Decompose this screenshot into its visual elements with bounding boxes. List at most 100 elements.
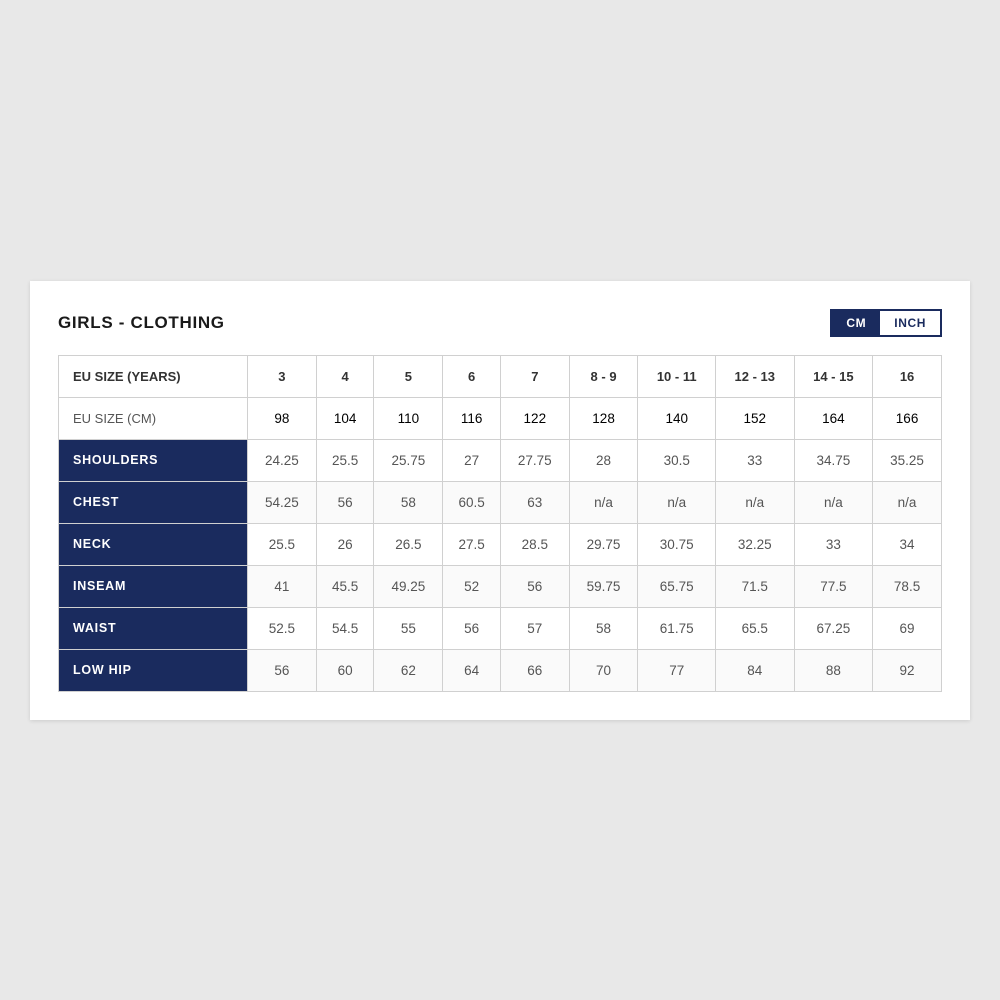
neck-6: 27.5 — [443, 523, 501, 565]
lowhip-5: 62 — [374, 649, 443, 691]
shoulders-8-9: 28 — [569, 439, 638, 481]
lowhip-8-9: 70 — [569, 649, 638, 691]
waist-14-15: 67.25 — [794, 607, 873, 649]
neck-3: 25.5 — [248, 523, 317, 565]
inseam-10-11: 65.75 — [638, 565, 716, 607]
chest-14-15: n/a — [794, 481, 873, 523]
table-row: WAIST 52.5 54.5 55 56 57 58 61.75 65.5 6… — [59, 607, 942, 649]
shoulders-12-13: 33 — [715, 439, 794, 481]
card-title: GIRLS - CLOTHING — [58, 313, 225, 333]
table-row: LOW HIP 56 60 62 64 66 70 77 84 88 92 — [59, 649, 942, 691]
col-header-4: 4 — [316, 355, 374, 397]
neck-8-9: 29.75 — [569, 523, 638, 565]
neck-16: 34 — [873, 523, 942, 565]
eu-size-cm-row: EU SIZE (CM) 98 104 110 116 122 128 140 … — [59, 397, 942, 439]
col-header-3: 3 — [248, 355, 317, 397]
lowhip-16: 92 — [873, 649, 942, 691]
lowhip-3: 56 — [248, 649, 317, 691]
col-header-12-13: 12 - 13 — [715, 355, 794, 397]
eu-cm-116: 116 — [443, 397, 501, 439]
eu-cm-98: 98 — [248, 397, 317, 439]
neck-4: 26 — [316, 523, 374, 565]
table-row: SHOULDERS 24.25 25.5 25.75 27 27.75 28 3… — [59, 439, 942, 481]
waist-7: 57 — [500, 607, 569, 649]
lowhip-6: 64 — [443, 649, 501, 691]
size-guide-card: GIRLS - CLOTHING CM INCH EU SIZE (YEARS)… — [30, 281, 970, 720]
chest-5: 58 — [374, 481, 443, 523]
row-label-waist: WAIST — [59, 607, 248, 649]
eu-cm-122: 122 — [500, 397, 569, 439]
chest-7: 63 — [500, 481, 569, 523]
column-header-row: EU SIZE (YEARS) 3 4 5 6 7 8 - 9 10 - 11 … — [59, 355, 942, 397]
card-header: GIRLS - CLOTHING CM INCH — [58, 309, 942, 337]
lowhip-7: 66 — [500, 649, 569, 691]
shoulders-10-11: 30.5 — [638, 439, 716, 481]
cm-button[interactable]: CM — [832, 311, 880, 335]
row-label-neck: NECK — [59, 523, 248, 565]
eu-cm-128: 128 — [569, 397, 638, 439]
neck-7: 28.5 — [500, 523, 569, 565]
unit-toggle: CM INCH — [830, 309, 942, 337]
neck-10-11: 30.75 — [638, 523, 716, 565]
lowhip-4: 60 — [316, 649, 374, 691]
neck-5: 26.5 — [374, 523, 443, 565]
shoulders-14-15: 34.75 — [794, 439, 873, 481]
eu-cm-110: 110 — [374, 397, 443, 439]
chest-6: 60.5 — [443, 481, 501, 523]
inch-button[interactable]: INCH — [880, 311, 940, 335]
col-header-5: 5 — [374, 355, 443, 397]
lowhip-14-15: 88 — [794, 649, 873, 691]
table-row: NECK 25.5 26 26.5 27.5 28.5 29.75 30.75 … — [59, 523, 942, 565]
chest-16: n/a — [873, 481, 942, 523]
row-label-chest: CHEST — [59, 481, 248, 523]
table-row: CHEST 54.25 56 58 60.5 63 n/a n/a n/a n/… — [59, 481, 942, 523]
waist-10-11: 61.75 — [638, 607, 716, 649]
inseam-14-15: 77.5 — [794, 565, 873, 607]
waist-3: 52.5 — [248, 607, 317, 649]
col-header-label: EU SIZE (YEARS) — [59, 355, 248, 397]
page-container: GIRLS - CLOTHING CM INCH EU SIZE (YEARS)… — [0, 0, 1000, 1000]
waist-5: 55 — [374, 607, 443, 649]
inseam-3: 41 — [248, 565, 317, 607]
table-row: INSEAM 41 45.5 49.25 52 56 59.75 65.75 7… — [59, 565, 942, 607]
shoulders-5: 25.75 — [374, 439, 443, 481]
size-table: EU SIZE (YEARS) 3 4 5 6 7 8 - 9 10 - 11 … — [58, 355, 942, 692]
col-header-8-9: 8 - 9 — [569, 355, 638, 397]
chest-12-13: n/a — [715, 481, 794, 523]
shoulders-3: 24.25 — [248, 439, 317, 481]
neck-14-15: 33 — [794, 523, 873, 565]
col-header-6: 6 — [443, 355, 501, 397]
shoulders-7: 27.75 — [500, 439, 569, 481]
lowhip-10-11: 77 — [638, 649, 716, 691]
inseam-12-13: 71.5 — [715, 565, 794, 607]
shoulders-16: 35.25 — [873, 439, 942, 481]
col-header-14-15: 14 - 15 — [794, 355, 873, 397]
chest-10-11: n/a — [638, 481, 716, 523]
row-label-shoulders: SHOULDERS — [59, 439, 248, 481]
col-header-10-11: 10 - 11 — [638, 355, 716, 397]
chest-8-9: n/a — [569, 481, 638, 523]
waist-4: 54.5 — [316, 607, 374, 649]
waist-8-9: 58 — [569, 607, 638, 649]
inseam-6: 52 — [443, 565, 501, 607]
inseam-5: 49.25 — [374, 565, 443, 607]
col-header-16: 16 — [873, 355, 942, 397]
chest-4: 56 — [316, 481, 374, 523]
waist-6: 56 — [443, 607, 501, 649]
eu-cm-166: 166 — [873, 397, 942, 439]
inseam-8-9: 59.75 — [569, 565, 638, 607]
shoulders-6: 27 — [443, 439, 501, 481]
eu-cm-152: 152 — [715, 397, 794, 439]
shoulders-4: 25.5 — [316, 439, 374, 481]
chest-3: 54.25 — [248, 481, 317, 523]
inseam-16: 78.5 — [873, 565, 942, 607]
lowhip-12-13: 84 — [715, 649, 794, 691]
inseam-4: 45.5 — [316, 565, 374, 607]
eu-cm-164: 164 — [794, 397, 873, 439]
inseam-7: 56 — [500, 565, 569, 607]
col-header-7: 7 — [500, 355, 569, 397]
waist-12-13: 65.5 — [715, 607, 794, 649]
eu-cm-104: 104 — [316, 397, 374, 439]
eu-size-cm-label: EU SIZE (CM) — [59, 397, 248, 439]
row-label-inseam: INSEAM — [59, 565, 248, 607]
